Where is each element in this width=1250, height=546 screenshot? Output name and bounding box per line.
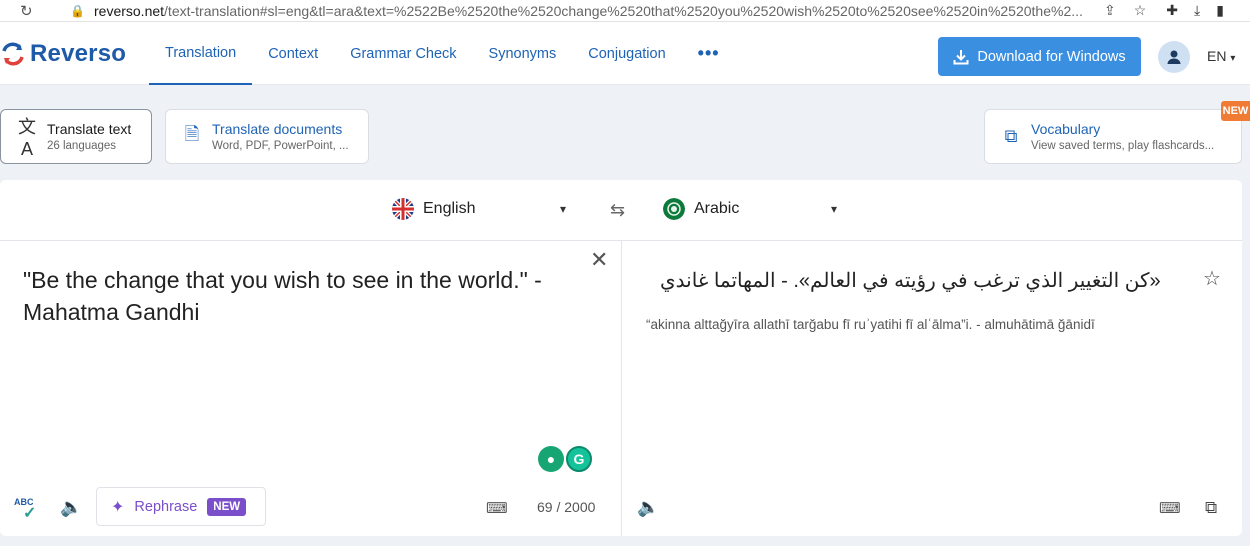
translator-panel: English ▾ ⇆ Arabic ▾ "Be the change that… (0, 180, 1242, 536)
transliteration-text: “akinna alttağyīra allathī tarğabu fī ru… (646, 317, 1095, 332)
downloads-icon[interactable]: ⤓ (1194, 2, 1200, 19)
target-language-selector[interactable]: Arabic (663, 198, 739, 220)
grammar-helper-icons: ● G (538, 446, 592, 472)
nav-tab-grammar-check[interactable]: Grammar Check (334, 22, 472, 85)
source-language-selector[interactable]: English (392, 198, 475, 220)
reverso-logo-text: Reverso (30, 40, 127, 67)
url-path: /text-translation#sl=eng&tl=ara&text=%25… (164, 2, 1083, 19)
reverso-logo-icon (2, 42, 24, 66)
site-navbar: Reverso Translation Context Grammar Chec… (0, 22, 1250, 85)
nav-tab-context[interactable]: Context (252, 22, 334, 85)
translate-documents-card[interactable]: 🗎 Translate documents Word, PDF, PowerPo… (165, 109, 369, 164)
extensions-icon[interactable]: ✚ (1166, 2, 1178, 19)
download-label: Download for Windows (977, 48, 1126, 65)
ui-language-selector[interactable]: EN ▾ (1207, 48, 1235, 64)
reverso-logo[interactable]: Reverso (0, 40, 126, 68)
sidepanel-icon[interactable]: ▮ (1216, 2, 1224, 19)
ui-language-label: EN (1207, 48, 1227, 64)
rephrase-button[interactable]: ✦ Rephrase NEW (96, 487, 266, 526)
nav-tab-synonyms[interactable]: Synonyms (473, 22, 573, 85)
url-host: reverso.net (94, 2, 165, 19)
swap-languages-icon[interactable]: ⇆ (610, 200, 625, 221)
speaker-icon[interactable]: 🔈 (60, 497, 82, 518)
star-icon[interactable]: ☆ (1203, 266, 1221, 291)
document-icon: 🗎 (184, 123, 200, 144)
chevron-down-icon[interactable]: ▾ (560, 202, 566, 216)
language-row: English ▾ ⇆ Arabic ▾ (0, 180, 1242, 241)
main-nav: Translation Context Grammar Check Synony… (149, 22, 736, 85)
source-toolbar: ABC ✓ 🔈 ✦ Rephrase NEW ⌨ 69 / 2000 (0, 487, 621, 527)
browser-address-bar: ↻ 🔒 reverso.net/text-translation#sl=eng&… (0, 0, 1250, 22)
translate-documents-sub: Word, PDF, PowerPoint, ... (212, 140, 349, 152)
vocabulary-card[interactable]: ⧉ Vocabulary View saved terms, play flas… (984, 109, 1242, 164)
download-windows-button[interactable]: Download for Windows (938, 37, 1141, 76)
share-icon[interactable]: ⇪ (1104, 2, 1116, 19)
check-icon: ✓ (23, 505, 37, 522)
translation-output: «كن التغيير الذي ترغب في رؤيته في العالم… (660, 270, 1161, 292)
bookmark-star-icon[interactable]: ☆ (1134, 2, 1147, 19)
arabic-flag-icon (663, 198, 685, 220)
vocabulary-sub: View saved terms, play flashcards... (1031, 140, 1215, 152)
keyboard-icon[interactable]: ⌨ (486, 499, 508, 517)
download-icon (953, 49, 969, 64)
sparkle-icon: ✦ (111, 498, 125, 516)
translate-text-sub: 26 languages (47, 140, 117, 152)
url-field[interactable]: reverso.net/text-translation#sl=eng&tl=a… (94, 3, 1084, 19)
spellcheck-icon[interactable]: ABC ✓ (14, 497, 36, 522)
user-avatar[interactable] (1158, 41, 1190, 73)
vocabulary-new-badge: NEW (1221, 101, 1250, 121)
translate-documents-title: Translate documents (212, 121, 343, 137)
translate-text-title: Translate text (47, 121, 132, 137)
suggestion-bulb-icon[interactable]: ● (538, 446, 564, 472)
vocabulary-title: Vocabulary (1031, 121, 1101, 137)
user-icon (1167, 50, 1181, 64)
keyboard-icon[interactable]: ⌨ (1159, 499, 1181, 517)
lock-icon[interactable]: 🔒 (70, 4, 86, 18)
flashcards-icon: ⧉ (1004, 126, 1018, 146)
character-count: 69 / 2000 (537, 499, 596, 515)
rephrase-label: Rephrase (134, 498, 198, 515)
close-icon[interactable]: ✕ (590, 247, 608, 273)
target-language-label: Arabic (694, 200, 740, 217)
reload-icon[interactable]: ↻ (20, 2, 40, 20)
translate-icon: 文A (18, 117, 36, 159)
nav-tab-conjugation[interactable]: Conjugation (572, 22, 681, 85)
rephrase-new-badge: NEW (207, 497, 247, 516)
copy-icon[interactable]: ⧉ (1205, 498, 1217, 518)
chevron-down-icon: ▾ (1230, 53, 1236, 64)
panel-divider (621, 241, 622, 536)
nav-more-button[interactable]: ••• (682, 22, 736, 85)
speaker-icon[interactable]: 🔈 (637, 497, 659, 518)
nav-tab-translation[interactable]: Translation (149, 22, 253, 85)
chevron-down-icon[interactable]: ▾ (831, 202, 837, 216)
translate-text-card[interactable]: 文A Translate text 26 languages (0, 109, 152, 164)
uk-flag-icon (392, 198, 414, 220)
grammarly-icon[interactable]: G (566, 446, 592, 472)
source-text-input[interactable]: "Be the change that you wish to see in t… (23, 264, 583, 328)
source-language-label: English (423, 200, 476, 217)
